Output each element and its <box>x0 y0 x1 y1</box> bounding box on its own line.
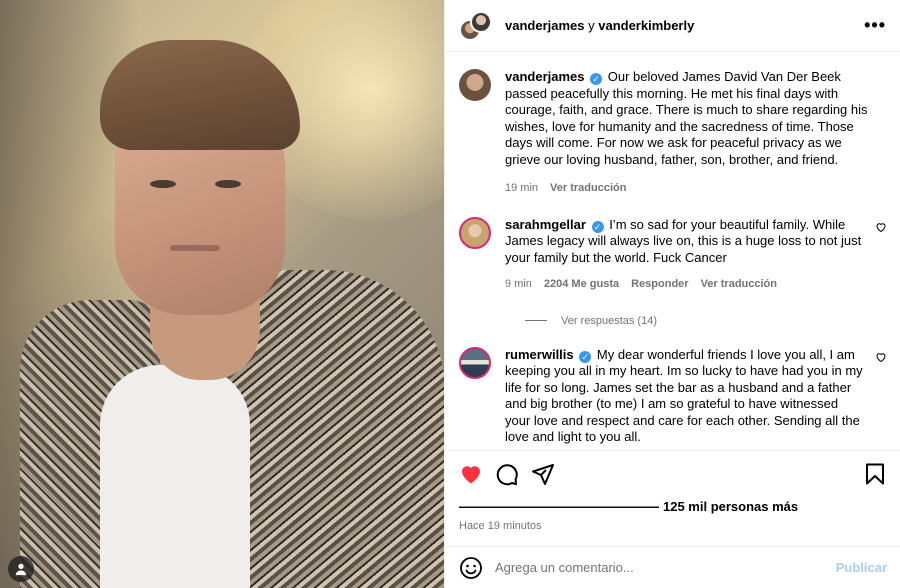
post-side-panel: vanderjames y vanderkimberly ••• vanderj… <box>444 0 900 588</box>
authors-joiner: y <box>584 18 599 33</box>
photo-mouth <box>170 245 220 251</box>
comment-time: 9 min <box>505 278 532 290</box>
comment-body: sarahmgellar ✓ I’m so sad for your beaut… <box>505 217 887 293</box>
collab-avatars[interactable] <box>459 10 493 41</box>
caption-username[interactable]: vanderjames <box>505 69 585 84</box>
comment-box: Publicar <box>445 546 900 588</box>
comment-input[interactable] <box>495 560 836 575</box>
comments-list[interactable]: vanderjames ✓ Our beloved James David Va… <box>445 53 900 449</box>
author-username-2[interactable]: vanderkimberly <box>598 18 694 33</box>
view-replies-label[interactable]: Ver respuestas (14) <box>561 315 657 327</box>
translate-link[interactable]: Ver traducción <box>550 180 626 197</box>
emoji-icon[interactable] <box>459 556 483 580</box>
comment-item: sarahmgellar ✓ I’m so sad for your beaut… <box>459 216 887 293</box>
caption-meta: 19 min Ver traducción <box>505 180 879 197</box>
reply-button[interactable]: Responder <box>631 276 688 293</box>
author-username-1[interactable]: vanderjames <box>505 18 585 33</box>
heart-liked-icon[interactable] <box>459 462 483 486</box>
tagged-users-icon[interactable] <box>8 556 34 582</box>
caption-body: vanderjames ✓ Our beloved James David Va… <box>505 69 887 197</box>
photo-shirt <box>100 365 250 588</box>
avatar[interactable] <box>459 216 491 249</box>
comment-icon[interactable] <box>495 462 519 486</box>
likes-summary[interactable]: 125 mil personas más <box>459 499 887 514</box>
verified-badge-icon: ✓ <box>590 73 603 85</box>
comment-username[interactable]: rumerwillis <box>505 347 574 362</box>
verified-badge-icon: ✓ <box>579 350 592 363</box>
post-photo[interactable] <box>0 0 444 588</box>
comment-body: rumerwillis ✓ My dear wonderful friends … <box>505 347 887 446</box>
share-icon[interactable] <box>531 462 555 486</box>
comment-item: rumerwillis ✓ My dear wonderful friends … <box>459 346 887 446</box>
avatar <box>470 10 492 33</box>
post-timestamp: Hace 19 minutos <box>459 520 542 532</box>
post-authors: vanderjames y vanderkimberly <box>505 18 864 33</box>
avatar[interactable] <box>459 69 491 101</box>
verified-badge-icon: ✓ <box>591 220 604 233</box>
bookmark-icon[interactable] <box>863 462 887 486</box>
like-comment-heart-icon[interactable] <box>875 351 887 363</box>
translate-link[interactable]: Ver traducción <box>701 276 777 293</box>
likes-text[interactable]: 125 mil personas más <box>663 499 798 514</box>
comment-username[interactable]: sarahmgellar <box>505 217 586 232</box>
caption-time: 19 min <box>505 182 539 194</box>
publish-button[interactable]: Publicar <box>836 560 887 575</box>
replies-divider <box>525 320 547 321</box>
comment-likes[interactable]: 2204 Me gusta <box>544 276 619 293</box>
action-icons <box>459 461 887 487</box>
like-comment-heart-icon[interactable] <box>875 221 887 233</box>
post-actions: 125 mil personas más Hace 19 minutos <box>445 450 900 532</box>
avatar[interactable] <box>459 346 491 379</box>
more-horizontal-icon[interactable]: ••• <box>864 15 886 36</box>
photo-eye-right <box>215 180 241 188</box>
redacted-likers <box>459 502 659 511</box>
comment-meta: 9 min 2204 Me gusta Responder Ver traduc… <box>505 276 865 293</box>
view-replies[interactable]: Ver respuestas (14) <box>525 315 887 327</box>
caption: vanderjames ✓ Our beloved James David Va… <box>459 69 887 197</box>
post-header: vanderjames y vanderkimberly ••• <box>445 0 900 52</box>
photo-eye-left <box>150 180 176 188</box>
